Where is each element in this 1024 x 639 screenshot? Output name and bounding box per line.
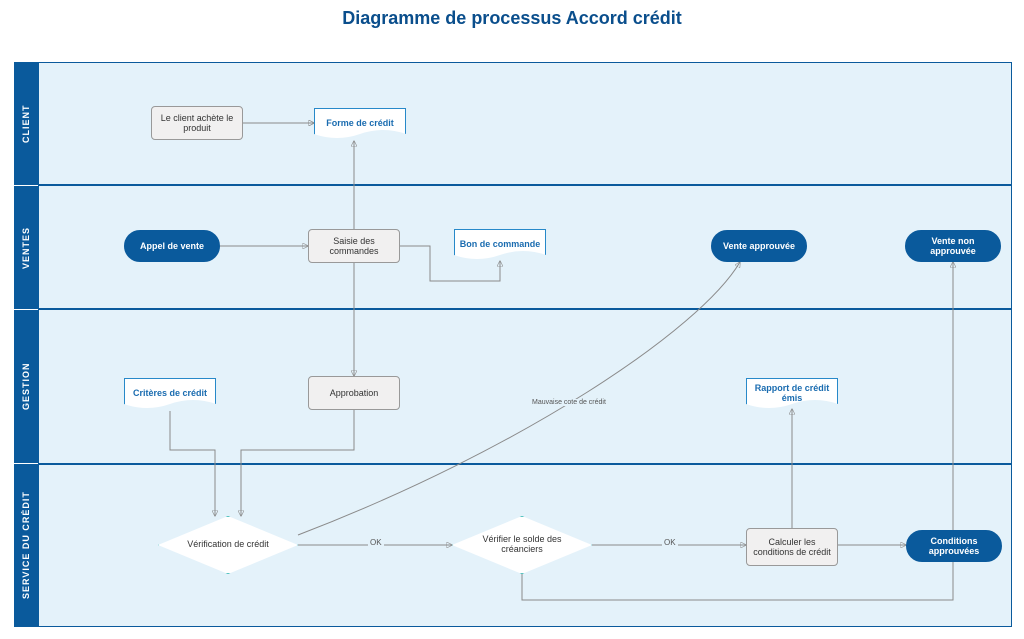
node-client-achete: Le client achète le produit — [151, 106, 243, 140]
diagram-title: Diagramme de processus Accord crédit — [0, 8, 1024, 29]
edge-label-ok1: OK — [368, 538, 384, 547]
node-appel-vente: Appel de vente — [124, 230, 220, 262]
node-calculer-cond: Calculer les conditions de crédit — [746, 528, 838, 566]
node-verif-solde: Vérifier le solde des créanciers — [452, 516, 592, 574]
node-vente-approuvee: Vente approuvée — [711, 230, 807, 262]
node-vente-non-approuvee: Vente non approuvée — [905, 230, 1001, 262]
lane-label-credit: SERVICE DU CRÉDIT — [14, 464, 38, 627]
node-verif-credit: Vérification de crédit — [158, 516, 298, 574]
node-conditions-appr: Conditions approuvées — [906, 530, 1002, 562]
node-verif-credit-label: Vérification de crédit — [158, 516, 298, 574]
node-verif-solde-label: Vérifier le solde des créanciers — [452, 516, 592, 574]
lane-label-gestion: GESTION — [14, 310, 38, 463]
edge-label-ok2: OK — [662, 538, 678, 547]
lane-label-ventes: VENTES — [14, 186, 38, 309]
diagram-canvas: { "title": "Diagramme de processus Accor… — [0, 0, 1024, 639]
edge-label-mauvaise: Mauvaise cote de crédit — [530, 399, 608, 406]
lane-label-client: CLIENT — [14, 62, 38, 185]
node-approbation: Approbation — [308, 376, 400, 410]
node-saisie-commandes: Saisie des commandes — [308, 229, 400, 263]
